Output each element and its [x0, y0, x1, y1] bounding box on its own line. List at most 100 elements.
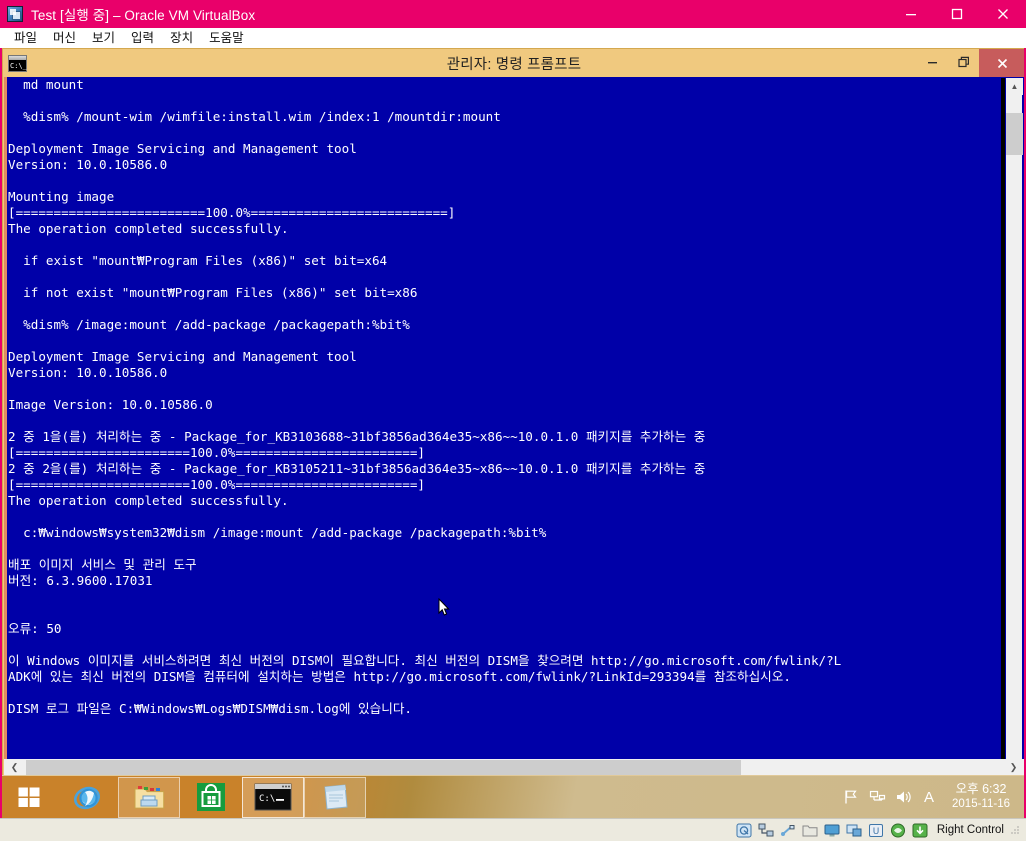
- volume-icon[interactable]: [890, 777, 916, 818]
- svg-text:C:\: C:\: [259, 794, 275, 804]
- ime-indicator[interactable]: A: [916, 777, 942, 818]
- console-line: Deployment Image Servicing and Managemen…: [8, 349, 357, 364]
- menu-item-machine[interactable]: 머신: [45, 28, 84, 48]
- menu-item-view[interactable]: 보기: [84, 28, 123, 48]
- console-line: The operation completed successfully.: [8, 221, 289, 236]
- taskbar-item-internet-explorer[interactable]: [56, 777, 118, 818]
- console-line: Deployment Image Servicing and Managemen…: [8, 141, 357, 156]
- host-key-label: Right Control: [936, 824, 1004, 836]
- command-prompt-titlebar[interactable]: C:\_ 관리자: 명령 프롬프트: [3, 49, 1024, 77]
- scroll-up-button[interactable]: ▲: [1006, 78, 1023, 95]
- vbox-minimize-button[interactable]: [888, 0, 934, 28]
- console-line: Mounting image: [8, 189, 115, 204]
- display-icon[interactable]: [822, 822, 842, 839]
- taskbar: C:\ A 오후 6:32 2015-11-16: [2, 775, 1024, 818]
- shared-folder-icon[interactable]: [800, 822, 820, 839]
- console-horizontal-scrollbar[interactable]: ❮ ❯: [4, 759, 1024, 776]
- console-line: DISM 로그 파일은 C:₩Windows₩Logs₩DISM₩dism.lo…: [8, 701, 412, 716]
- mouse-integration-icon[interactable]: [888, 822, 908, 839]
- taskbar-item-store[interactable]: [180, 777, 242, 818]
- horizontal-scroll-thumb[interactable]: [26, 760, 741, 775]
- virtualbox-titlebar: Test [실행 중] – Oracle VM VirtualBox: [0, 0, 1026, 28]
- svg-text:U: U: [873, 827, 880, 837]
- console-line: Version: 10.0.10586.0: [8, 157, 168, 172]
- menu-item-help[interactable]: 도움말: [201, 28, 252, 48]
- console-line: md mount: [8, 77, 84, 92]
- taskbar-item-command-prompt[interactable]: C:\: [242, 776, 304, 818]
- console-line: 이 Windows 이미지를 서비스하려면 최신 버전의 DISM이 필요합니다…: [8, 653, 842, 668]
- virtualbox-title: Test [실행 중] – Oracle VM VirtualBox: [31, 8, 256, 23]
- command-prompt-window: C:\_ 관리자: 명령 프롬프트 md mount %dism% /mount…: [2, 48, 1024, 795]
- console-line: [=======================100.0%==========…: [8, 445, 426, 460]
- vbox-close-button[interactable]: [980, 0, 1026, 28]
- video-capture-icon[interactable]: U: [866, 822, 886, 839]
- harddisk-icon[interactable]: [734, 822, 754, 839]
- console-line: 2 중 1을(를) 처리하는 중 - Package_for_KB3103688…: [8, 429, 706, 444]
- console-output: md mount %dism% /mount-wim /wimfile:inst…: [8, 77, 1004, 733]
- mouse-pointer: [438, 598, 450, 616]
- guest-screen: C:\_ 관리자: 명령 프롬프트 md mount %dism% /mount…: [2, 48, 1024, 818]
- taskbar-item-file-explorer[interactable]: [118, 776, 180, 818]
- console-line: The operation completed successfully.: [8, 493, 289, 508]
- virtualbox-window-controls: [888, 0, 1026, 28]
- host-key-icon[interactable]: [910, 822, 930, 839]
- resize-grip[interactable]: [1010, 825, 1020, 835]
- system-tray: A 오후 6:32 2015-11-16: [838, 777, 1024, 818]
- network-icon[interactable]: [864, 777, 890, 818]
- virtualbox-icon: [7, 6, 23, 22]
- console-line: 버전: 6.3.9600.17031: [8, 573, 153, 588]
- vertical-scroll-thumb[interactable]: [1006, 113, 1023, 155]
- console-line: c:₩windows₩system32₩dism /image:mount /a…: [8, 525, 547, 540]
- start-button[interactable]: [2, 777, 56, 818]
- scroll-left-button[interactable]: ❮: [6, 759, 23, 776]
- action-center-flag-icon[interactable]: [838, 777, 864, 818]
- console-line: [=======================100.0%==========…: [8, 477, 426, 492]
- console-line: Version: 10.0.10586.0: [8, 365, 168, 380]
- console-line: 2 중 2을(를) 처리하는 중 - Package_for_KB3105211…: [8, 461, 706, 476]
- taskbar-item-notepad[interactable]: [304, 776, 366, 818]
- console-line: 오류: 50: [8, 621, 62, 636]
- menu-item-devices[interactable]: 장치: [162, 28, 201, 48]
- console-line: [=========================100.0%========…: [8, 205, 456, 220]
- scroll-right-button[interactable]: ❯: [1005, 759, 1022, 776]
- console-left-stripe: [4, 77, 7, 777]
- menu-item-input[interactable]: 입력: [123, 28, 162, 48]
- virtualbox-window: Test [실행 중] – Oracle VM VirtualBox 파일 머신…: [0, 0, 1026, 841]
- console-line: if not exist "mount₩Program Files (x86)"…: [8, 285, 418, 300]
- virtualbox-menubar: 파일 머신 보기 입력 장치 도움말: [0, 28, 1026, 48]
- usb-icon[interactable]: [778, 822, 798, 839]
- console-line: %dism% /image:mount /add-package /packag…: [8, 317, 410, 332]
- vbox-maximize-button[interactable]: [934, 0, 980, 28]
- command-prompt-title: 관리자: 명령 프롬프트: [446, 56, 582, 73]
- taskbar-clock[interactable]: 오후 6:32 2015-11-16: [942, 782, 1018, 812]
- menu-item-file[interactable]: 파일: [6, 28, 45, 48]
- console-line: Image Version: 10.0.10586.0: [8, 397, 213, 412]
- console-line: 배포 이미지 서비스 및 관리 도구: [8, 557, 197, 572]
- console-vertical-scrollbar[interactable]: ▲: [1005, 78, 1023, 777]
- remote-desktop-icon[interactable]: [844, 822, 864, 839]
- console-line: %dism% /mount-wim /wimfile:install.wim /…: [8, 109, 501, 124]
- console-line: if exist "mount₩Program Files (x86)" set…: [8, 253, 388, 268]
- console-line: ADK에 있는 최신 버전의 DISM을 컴퓨터에 설치하는 방법은 http:…: [8, 669, 791, 684]
- console-body[interactable]: md mount %dism% /mount-wim /wimfile:inst…: [4, 77, 1024, 795]
- clock-date: 2015-11-16: [952, 798, 1010, 810]
- network-icon[interactable]: [756, 822, 776, 839]
- clock-time: 오후 6:32: [955, 782, 1007, 796]
- virtualbox-statusbar: U Right Control: [0, 818, 1026, 841]
